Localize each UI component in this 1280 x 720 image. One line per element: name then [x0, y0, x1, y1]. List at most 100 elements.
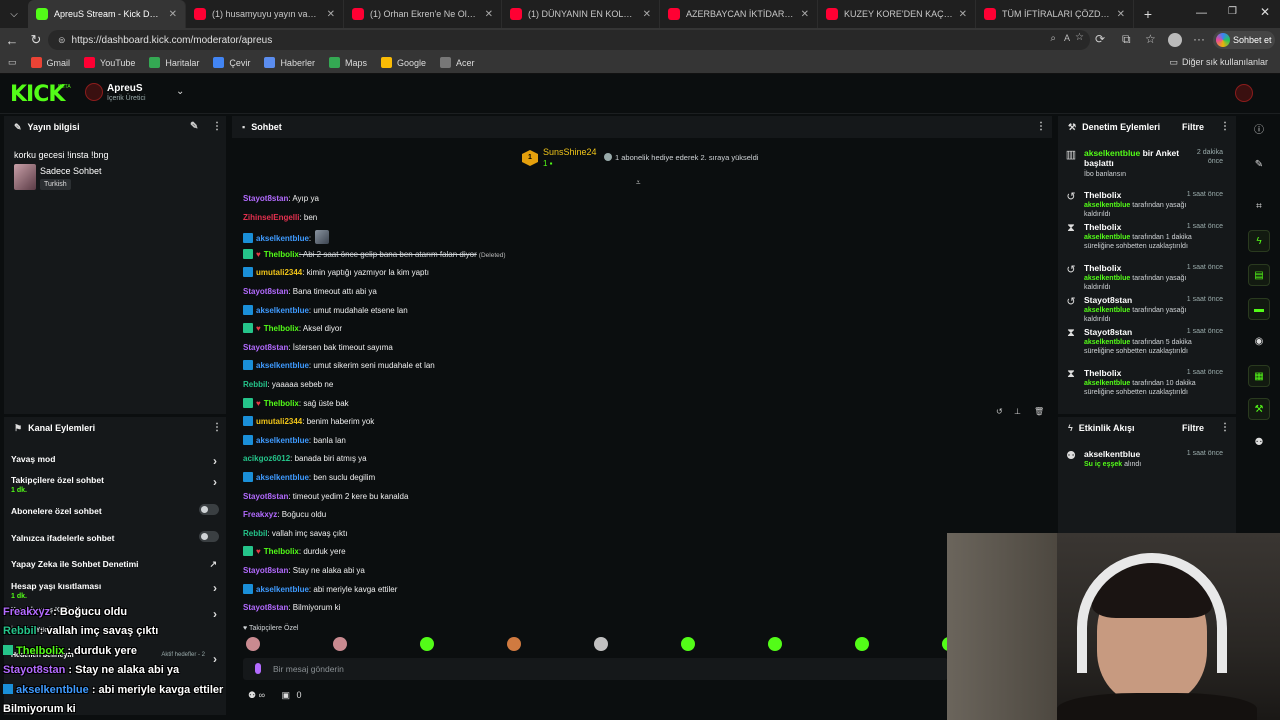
edit-icon[interactable]: ✎ — [190, 121, 198, 132]
close-tab-icon[interactable]: ✕ — [169, 9, 177, 20]
chat-username[interactable]: Stayot8stan — [243, 566, 288, 575]
mod-action-name[interactable]: Thelbolix — [1084, 222, 1121, 232]
read-aloud-icon[interactable]: A — [1064, 33, 1070, 43]
mod-action-moderator[interactable]: akselkentblue — [1084, 275, 1130, 282]
other-bookmarks[interactable]: ▭ Diğer sık kullanılanlar — [1169, 57, 1268, 68]
chevron-right-icon[interactable]: › — [213, 454, 217, 468]
chat-username[interactable]: Thelbolix — [264, 324, 299, 333]
emote-button[interactable] — [420, 637, 434, 651]
mod-action-user[interactable]: Thelbolix — [1084, 263, 1121, 273]
emote-button[interactable] — [855, 637, 869, 651]
mod-action-user[interactable]: Stayot8stan — [1084, 327, 1132, 337]
chat-username[interactable]: akselkentblue — [256, 473, 309, 482]
mod-action-name[interactable]: akselkentblue bir Anket başlattı — [1084, 148, 1180, 168]
broadcast-icon[interactable]: ◉ — [1248, 331, 1270, 353]
chevron-right-icon[interactable]: › — [213, 652, 217, 666]
chevron-right-icon[interactable]: › — [213, 581, 217, 595]
chat-username[interactable]: akselkentblue — [256, 585, 309, 594]
mod-action-name[interactable]: Stayot8stan — [1084, 295, 1132, 305]
extensions-icon[interactable]: ⟳ — [1095, 32, 1105, 46]
mod-action-name[interactable]: Thelbolix — [1084, 190, 1121, 200]
kick-logo[interactable]: KICK — [10, 82, 65, 107]
emote-button[interactable] — [768, 637, 782, 651]
chat-username[interactable]: Stayot8stan — [243, 343, 288, 352]
pin-icon[interactable]: ⊥ — [1014, 407, 1021, 416]
mod-action-name[interactable]: Thelbolix — [1084, 368, 1121, 378]
browser-tab[interactable]: AZERBAYCAN İKTİDAR SAVAŞI (A ✕ — [660, 0, 818, 28]
minimize-icon[interactable]: — — [1196, 7, 1207, 19]
stream-info-menu-icon[interactable]: ⋮ — [212, 121, 222, 132]
channel-switch-chevron-icon[interactable]: ⌄ — [176, 86, 184, 97]
favorite-star-icon[interactable]: ☆ — [1075, 32, 1084, 43]
chat-username[interactable]: Freakxyz — [243, 510, 277, 519]
channel-actions-menu-icon[interactable]: ⋮ — [212, 422, 222, 433]
activity-menu-icon[interactable]: ⋮ — [1220, 422, 1230, 433]
mod-action-moderator[interactable]: akselkentblue — [1084, 234, 1130, 241]
chatters-icon[interactable]: ⚉ ∞ — [248, 690, 265, 700]
chat-username[interactable]: Rebbil — [243, 380, 267, 389]
clipboard-icon[interactable]: ▤ — [1248, 264, 1270, 286]
browser-tab[interactable]: (1) Orhan Ekren'e Ne Oldu? İngilt ✕ — [344, 0, 502, 28]
close-tab-icon[interactable]: ✕ — [801, 9, 809, 20]
external-link-icon[interactable]: ↗ — [209, 559, 217, 570]
browser-tab[interactable]: TÜM İFTİRALARI ÇÖZDÜM | ENES ✕ — [976, 0, 1134, 28]
user-avatar[interactable] — [1235, 84, 1253, 102]
channel-action-row[interactable]: Takipçilere özel sohbet 1 dk. › — [11, 475, 221, 494]
mod-action-moderator[interactable]: akselkentblue — [1084, 380, 1130, 387]
channel-action-row[interactable]: Yavaş mod › — [11, 454, 221, 468]
chat-username[interactable]: akselkentblue — [256, 361, 309, 370]
chat-username[interactable]: Stayot8stan — [243, 287, 288, 296]
collapse-pinned-icon[interactable]: ⩡ — [636, 178, 641, 188]
favorites-icon[interactable]: ☆ — [1145, 32, 1156, 46]
chat-username[interactable]: umutali2344 — [256, 268, 302, 277]
chat-username[interactable]: Thelbolix — [264, 547, 299, 556]
screen-icon[interactable]: ⌗ — [1248, 196, 1270, 218]
close-tab-icon[interactable]: ✕ — [643, 9, 651, 20]
close-tab-icon[interactable]: ✕ — [327, 9, 335, 20]
chat-username[interactable]: Stayot8stan — [243, 603, 288, 612]
mod-action-name[interactable]: Thelbolix — [1084, 263, 1121, 273]
activity-filter-button[interactable]: Filtre — [1182, 423, 1204, 433]
mod-actions-filter-button[interactable]: Filtre — [1182, 122, 1204, 132]
emote-button[interactable] — [333, 637, 347, 651]
emote-button[interactable] — [681, 637, 695, 651]
mod-action-moderator[interactable]: akselkentblue — [1084, 202, 1130, 209]
mod-action-moderator[interactable]: akselkentblue — [1084, 307, 1130, 314]
close-window-icon[interactable]: ✕ — [1260, 5, 1270, 19]
mod-actions-menu-icon[interactable]: ⋮ — [1220, 121, 1230, 132]
new-tab-button[interactable]: + — [1134, 6, 1162, 22]
chevron-right-icon[interactable]: › — [213, 607, 217, 621]
mod-action-user[interactable]: Thelbolix — [1084, 222, 1121, 232]
emote-button[interactable] — [507, 637, 521, 651]
gift-box-icon[interactable]: ▣ — [282, 690, 291, 700]
activity-name[interactable]: akselkentblue — [1084, 449, 1140, 459]
extension-puzzle-icon[interactable]: ⧉ — [1122, 32, 1131, 47]
bookmark-item[interactable]: Acer — [440, 57, 475, 68]
bookmark-item[interactable]: Haritalar — [149, 57, 199, 68]
bookmark-item[interactable]: Çevir — [213, 57, 250, 68]
zoom-icon[interactable]: ⌕ — [1050, 33, 1056, 44]
bookmark-item[interactable]: Gmail — [30, 57, 70, 68]
channel-action-row[interactable]: Hesap yaşı kısıtlaması 1 dk. › — [11, 581, 221, 600]
wrench-tool-icon[interactable]: ⚒ — [1248, 398, 1270, 420]
flash-icon[interactable]: ϟ — [1248, 230, 1270, 252]
back-icon[interactable]: ← — [0, 33, 24, 48]
bookmark-item[interactable]: Haberler — [264, 57, 315, 68]
chat-username[interactable]: akselkentblue — [256, 234, 309, 243]
bookmark-item[interactable]: Google — [380, 57, 426, 68]
chat-username[interactable]: akselkentblue — [256, 436, 309, 445]
chat-username[interactable]: Rebbil — [243, 529, 267, 538]
toggle-switch[interactable] — [199, 504, 219, 515]
bookmark-item[interactable]: Maps — [328, 57, 367, 68]
copilot-chat-button[interactable]: Sohbet et — [1213, 31, 1275, 49]
bookmark-item[interactable]: YouTube — [84, 57, 135, 68]
timeout-icon[interactable]: ↺ — [996, 407, 1003, 416]
mod-action-moderator[interactable]: akselkentblue — [1084, 339, 1130, 346]
browser-tab[interactable]: KUZEY KORE'DEN KAÇAK ŞEKİLDE ✕ — [818, 0, 976, 28]
chat-username[interactable]: ZihinselEngelli — [243, 213, 299, 222]
close-tab-icon[interactable]: ✕ — [1117, 9, 1125, 20]
chat-username[interactable]: umutali2344 — [256, 417, 302, 426]
chat-message-input[interactable]: Bir mesaj gönderin — [243, 658, 948, 680]
chat-username[interactable]: Thelbolix — [264, 250, 299, 259]
close-tab-icon[interactable]: ✕ — [959, 9, 967, 20]
